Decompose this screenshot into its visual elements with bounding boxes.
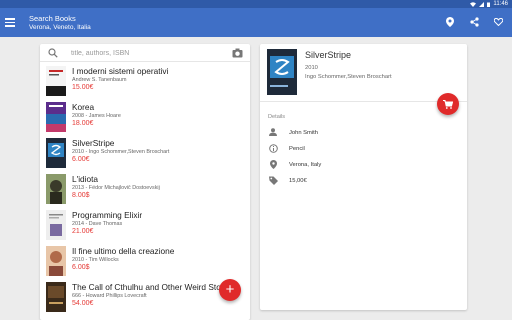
book-price: 15.00€ xyxy=(72,84,94,91)
book-meta: 2010 - Tim Willocks xyxy=(72,257,119,263)
detail-book-cover xyxy=(267,49,297,95)
book-meta: 2010 - Ingo Schommer,Steven Broschart xyxy=(72,149,170,155)
app-title: Search Books xyxy=(29,14,76,23)
search-bar xyxy=(40,44,250,62)
book-price: 6.00€ xyxy=(72,156,90,163)
status-icons: 11:46 xyxy=(470,0,508,8)
book-meta: 2014 - Dave Thomas xyxy=(72,221,123,227)
detail-year: 2010 xyxy=(305,65,318,71)
book-title: Programming Elixir xyxy=(72,210,143,220)
app-bar: Search Books Verona, Veneto, Italia xyxy=(0,8,512,37)
book-meta: Andrew S. Tanenbaum xyxy=(72,77,127,83)
cart-icon xyxy=(443,99,453,109)
search-icon xyxy=(48,48,58,58)
tag-icon xyxy=(268,175,278,185)
menu-icon[interactable] xyxy=(5,16,18,29)
detail-price: 15,00€ xyxy=(289,178,307,184)
list-item[interactable]: SilverStripe 2010 - Ingo Schommer,Steven… xyxy=(40,138,250,174)
book-list-card: I moderni sistemi operativi Andrew S. Ta… xyxy=(40,44,250,320)
book-cover xyxy=(46,210,66,240)
status-bar: 11:46 xyxy=(0,0,512,8)
detail-location: Verona, Italy xyxy=(289,162,322,168)
detail-info: Pencil xyxy=(289,146,305,152)
battery-icon xyxy=(487,2,491,7)
book-price: 8.00$ xyxy=(72,192,90,199)
book-title: L'idiota xyxy=(72,174,99,184)
book-cover xyxy=(46,282,66,312)
person-icon xyxy=(268,127,278,137)
info-icon xyxy=(268,143,278,153)
detail-header: SilverStripe 2010 Ingo Schommer,Steven B… xyxy=(260,44,467,102)
detail-row-info: Pencil xyxy=(268,143,458,155)
location-icon xyxy=(268,159,278,169)
book-price: 54.00€ xyxy=(72,300,94,307)
search-input[interactable] xyxy=(71,46,231,60)
list-item[interactable]: Programming Elixir 2014 - Dave Thomas 21… xyxy=(40,210,250,246)
location-icon[interactable] xyxy=(444,16,456,28)
wifi-icon xyxy=(470,1,477,7)
book-meta: 2008 - James Hoare xyxy=(72,113,121,119)
book-title: I moderni sistemi operativi xyxy=(72,66,169,76)
book-cover xyxy=(46,174,66,204)
book-title: Il fine ultimo della creazione xyxy=(72,246,175,256)
book-price: 6.00$ xyxy=(72,264,90,271)
list-item[interactable]: I moderni sistemi operativi Andrew S. Ta… xyxy=(40,66,250,102)
book-cover xyxy=(46,66,66,96)
detail-authors: Ingo Schommer,Steven Broschart xyxy=(305,74,392,80)
book-price: 21.00€ xyxy=(72,228,94,235)
book-cover xyxy=(46,246,66,276)
list-item[interactable]: Korea 2008 - James Hoare 18.00€ xyxy=(40,102,250,138)
book-meta: 2013 - Fëdor Michajlovič Dostoevskij xyxy=(72,185,160,191)
detail-row-price: 15,00€ xyxy=(268,175,458,187)
camera-icon[interactable] xyxy=(232,48,243,58)
book-title: SilverStripe xyxy=(72,138,115,148)
book-title: The Call of Cthulhu and Other Weird Ston… xyxy=(72,282,231,292)
details-section-label: Details xyxy=(268,114,286,120)
add-to-cart-button[interactable] xyxy=(437,93,459,115)
list-item[interactable]: L'idiota 2013 - Fëdor Michajlovič Dostoe… xyxy=(40,174,250,210)
detail-title: SilverStripe xyxy=(305,50,352,60)
book-detail-card: SilverStripe 2010 Ingo Schommer,Steven B… xyxy=(260,44,467,310)
app-actions xyxy=(444,16,504,28)
detail-row-owner: John Smith xyxy=(268,127,458,139)
signal-icon xyxy=(479,1,485,7)
book-meta: 666 - Howard Phillips Lovecraft xyxy=(72,293,147,299)
add-book-button[interactable]: + xyxy=(219,279,241,301)
heart-icon[interactable] xyxy=(492,16,504,28)
book-title: Korea xyxy=(72,102,95,112)
book-cover xyxy=(46,102,66,132)
detail-owner: John Smith xyxy=(289,130,318,136)
status-time: 11:46 xyxy=(493,1,508,7)
detail-row-location: Verona, Italy xyxy=(268,159,458,171)
book-cover xyxy=(46,138,66,168)
list-item[interactable]: Il fine ultimo della creazione 2010 - Ti… xyxy=(40,246,250,282)
book-price: 18.00€ xyxy=(72,120,94,127)
share-icon[interactable] xyxy=(468,16,480,28)
app-subtitle: Verona, Veneto, Italia xyxy=(29,24,91,31)
